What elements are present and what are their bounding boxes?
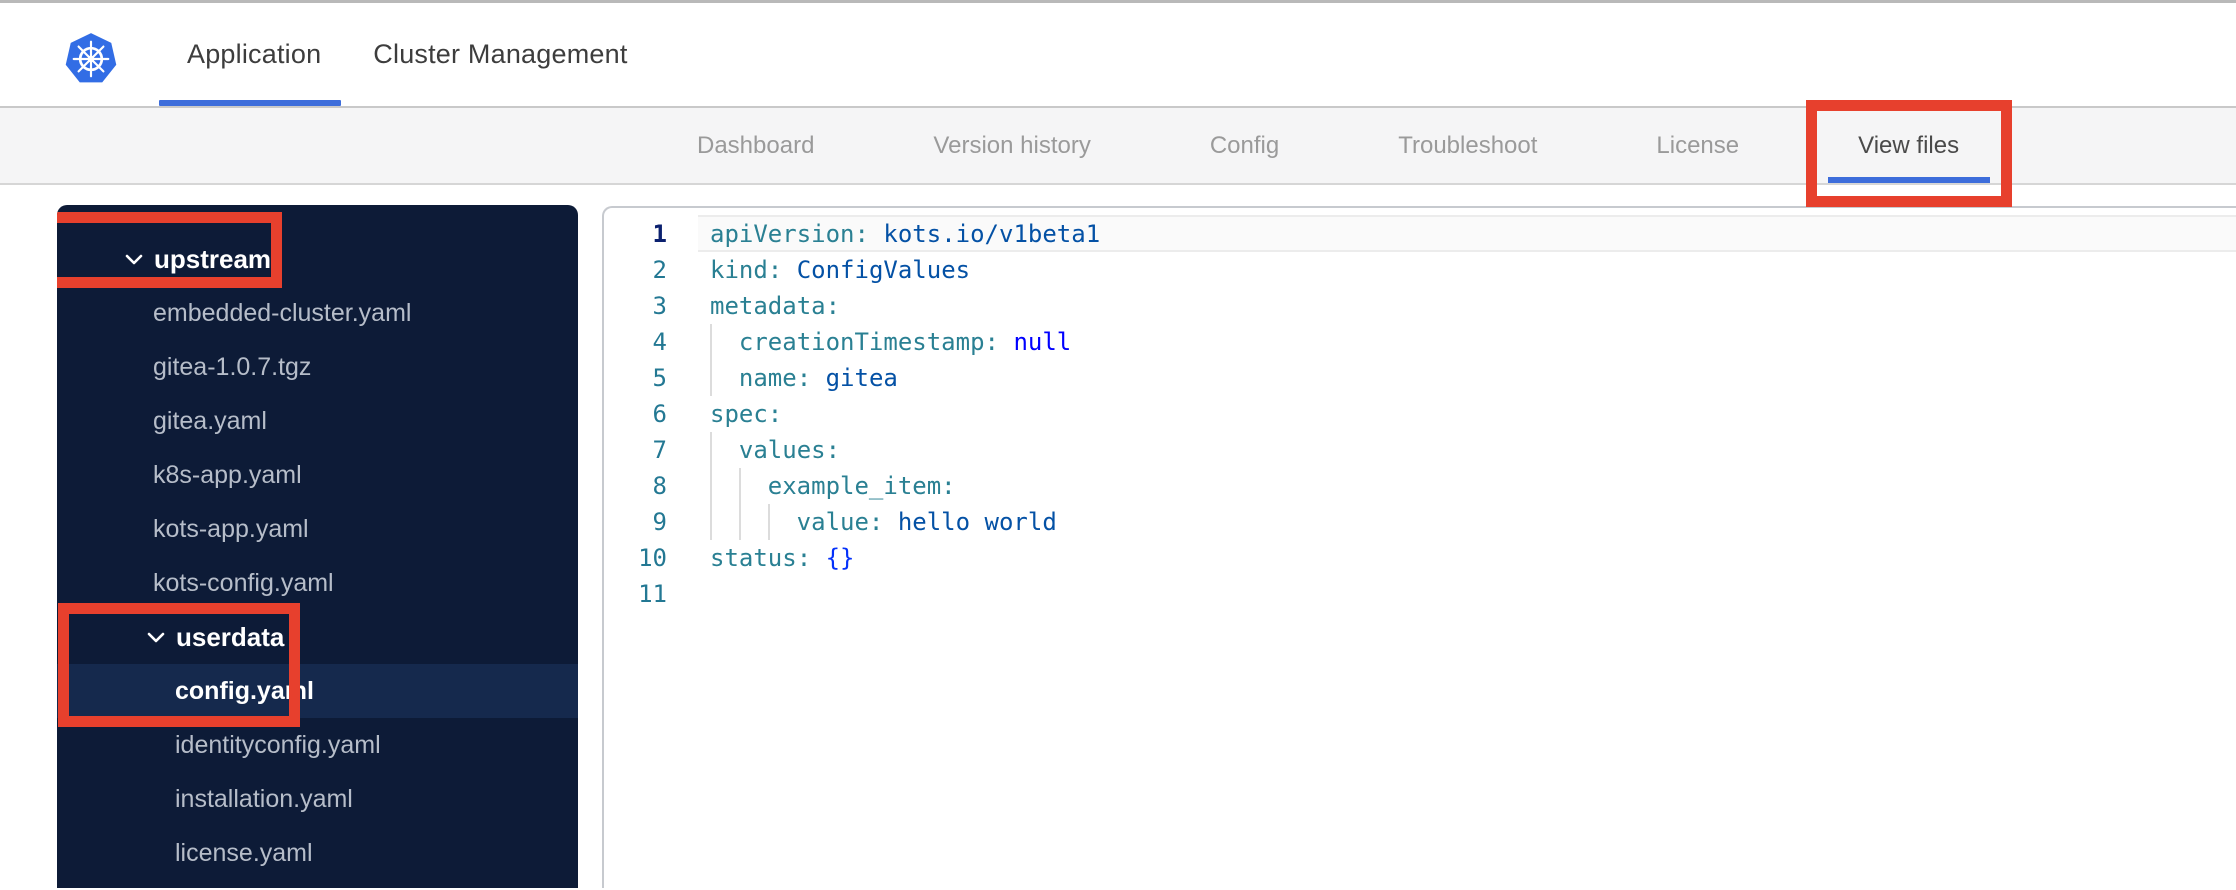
code-line-7: 7 values: bbox=[604, 432, 2236, 468]
tree-item-upstream[interactable]: upstream bbox=[57, 232, 578, 286]
tree-item-label: kots-app.yaml bbox=[153, 514, 309, 543]
code-line-8: 8 example_item: bbox=[604, 468, 2236, 504]
indent-guide bbox=[710, 468, 739, 504]
code-text: kind: ConfigValues bbox=[710, 256, 971, 284]
code-text: apiVersion: kots.io/v1beta1 bbox=[710, 220, 1101, 248]
line-number: 6 bbox=[652, 400, 667, 428]
code-text: name: gitea bbox=[710, 360, 898, 396]
tab-config[interactable]: Config bbox=[1210, 108, 1279, 183]
line-number: 11 bbox=[638, 580, 667, 608]
indent-guide bbox=[738, 504, 768, 540]
tree-item-identityconfig-yaml[interactable]: identityconfig.yaml bbox=[57, 718, 578, 772]
code-line-2: 2 kind: ConfigValues bbox=[604, 252, 2236, 288]
tree-item-label: k8s-app.yaml bbox=[153, 460, 302, 489]
code-line-1: 1 apiVersion: kots.io/v1beta1 bbox=[604, 216, 2236, 252]
tree-item-label: kots-config.yaml bbox=[153, 568, 334, 597]
code-line-10: 10 status: {} bbox=[604, 540, 2236, 576]
tree-item-label: upstream bbox=[154, 243, 272, 274]
tab-view-files[interactable]: View files bbox=[1805, 100, 2012, 207]
tree-item-gitea-yaml[interactable]: gitea.yaml bbox=[57, 394, 578, 448]
tree-item-kots-app-yaml[interactable]: kots-app.yaml bbox=[57, 502, 578, 556]
tree-item-label: installation.yaml bbox=[175, 784, 353, 813]
tree-item-label: license.yaml bbox=[175, 838, 313, 867]
tree-item-license-yaml[interactable]: license.yaml bbox=[57, 826, 578, 880]
file-tree-sidebar: upstream embedded-cluster.yaml gitea-1.0.7… bbox=[57, 205, 578, 888]
chevron-down-icon bbox=[147, 632, 165, 643]
view-files-active-underline bbox=[1827, 177, 1990, 183]
tab-application-label: Application bbox=[187, 39, 322, 69]
tab-license[interactable]: License bbox=[1656, 108, 1739, 183]
tab-dashboard[interactable]: Dashboard bbox=[697, 108, 814, 183]
tree-item-label: gitea.yaml bbox=[153, 406, 267, 435]
tab-cluster-management-label: Cluster Management bbox=[373, 39, 628, 69]
tree-item-label: config.yaml bbox=[175, 676, 314, 705]
tree-item-userdata[interactable]: userdata bbox=[57, 610, 578, 664]
indent-guide bbox=[738, 468, 768, 504]
tree-item-label: identityconfig.yaml bbox=[175, 730, 381, 759]
tab-license-label: License bbox=[1656, 131, 1740, 159]
line-number: 10 bbox=[638, 544, 667, 572]
code-lines: 1 apiVersion: kots.io/v1beta1 2 kind: Confi… bbox=[604, 208, 2236, 612]
chevron-down-icon bbox=[125, 254, 143, 265]
line-number: 1 bbox=[652, 220, 667, 248]
tab-troubleshoot-label: Troubleshoot bbox=[1398, 131, 1538, 159]
line-number: 9 bbox=[652, 508, 667, 536]
code-text: status: {} bbox=[710, 544, 855, 572]
code-text: example_item: bbox=[710, 468, 956, 504]
tab-config-label: Config bbox=[1209, 131, 1280, 159]
indent-guide bbox=[710, 504, 739, 540]
code-text: values: bbox=[710, 432, 840, 468]
code-text: spec: bbox=[710, 400, 783, 428]
header-tabs: Application Cluster Management bbox=[159, 3, 628, 106]
code-line-6: 6 spec: bbox=[604, 396, 2236, 432]
tree-item-gitea-1-0-7-tgz[interactable]: gitea-1.0.7.tgz bbox=[57, 340, 578, 394]
file-tree: upstream embedded-cluster.yaml gitea-1.0.7… bbox=[57, 232, 578, 880]
tab-troubleshoot[interactable]: Troubleshoot bbox=[1398, 108, 1537, 183]
indent-guide bbox=[767, 504, 797, 540]
line-number: 5 bbox=[652, 364, 667, 392]
indent-guide bbox=[710, 360, 739, 396]
kubernetes-logo bbox=[64, 31, 118, 87]
tab-application[interactable]: Application bbox=[159, 3, 342, 106]
tab-dashboard-label: Dashboard bbox=[697, 131, 815, 159]
line-number: 2 bbox=[652, 256, 667, 284]
app-subnav: Dashboard Version history Config Trouble… bbox=[0, 100, 2236, 207]
code-line-3: 3 metadata: bbox=[604, 288, 2236, 324]
tree-item-label: embedded-cluster.yaml bbox=[153, 298, 412, 327]
yaml-file-viewer[interactable]: 1 apiVersion: kots.io/v1beta1 2 kind: Confi… bbox=[602, 206, 2236, 888]
line-number: 8 bbox=[652, 472, 667, 500]
tree-item-config-yaml[interactable]: config.yaml bbox=[57, 664, 578, 718]
indent-guide bbox=[710, 432, 739, 468]
code-text: value: hello world bbox=[710, 504, 1057, 540]
code-line-9: 9 value: hello world bbox=[604, 504, 2236, 540]
line-number: 3 bbox=[652, 292, 667, 320]
app-header: Application Cluster Management bbox=[0, 0, 2236, 106]
tree-item-label: gitea-1.0.7.tgz bbox=[153, 352, 312, 381]
code-text: metadata: bbox=[710, 292, 841, 320]
code-line-11: 11 bbox=[604, 576, 2236, 612]
tree-item-label: userdata bbox=[176, 621, 285, 652]
line-number: 4 bbox=[652, 328, 667, 356]
indent-guide bbox=[710, 324, 739, 360]
tab-version-history[interactable]: Version history bbox=[933, 108, 1090, 183]
subnav-tabs: Dashboard Version history Config Trouble… bbox=[0, 100, 2236, 207]
tree-item-kots-config-yaml[interactable]: kots-config.yaml bbox=[57, 556, 578, 610]
tree-item-embedded-cluster-yaml[interactable]: embedded-cluster.yaml bbox=[57, 286, 578, 340]
tree-item-k8s-app-yaml[interactable]: k8s-app.yaml bbox=[57, 448, 578, 502]
tree-item-installation-yaml[interactable]: installation.yaml bbox=[57, 772, 578, 826]
tab-version-history-label: Version history bbox=[933, 131, 1091, 159]
tab-cluster-management[interactable]: Cluster Management bbox=[373, 3, 627, 106]
view-files-page: upstream embedded-cluster.yaml gitea-1.0.7… bbox=[0, 185, 2236, 888]
code-line-5: 5 name: gitea bbox=[604, 360, 2236, 396]
tab-view-files-label: View files bbox=[1858, 131, 1960, 159]
code-line-4: 4 creationTimestamp: null bbox=[604, 324, 2236, 360]
line-number: 7 bbox=[652, 436, 667, 464]
code-text: creationTimestamp: null bbox=[710, 324, 1071, 360]
